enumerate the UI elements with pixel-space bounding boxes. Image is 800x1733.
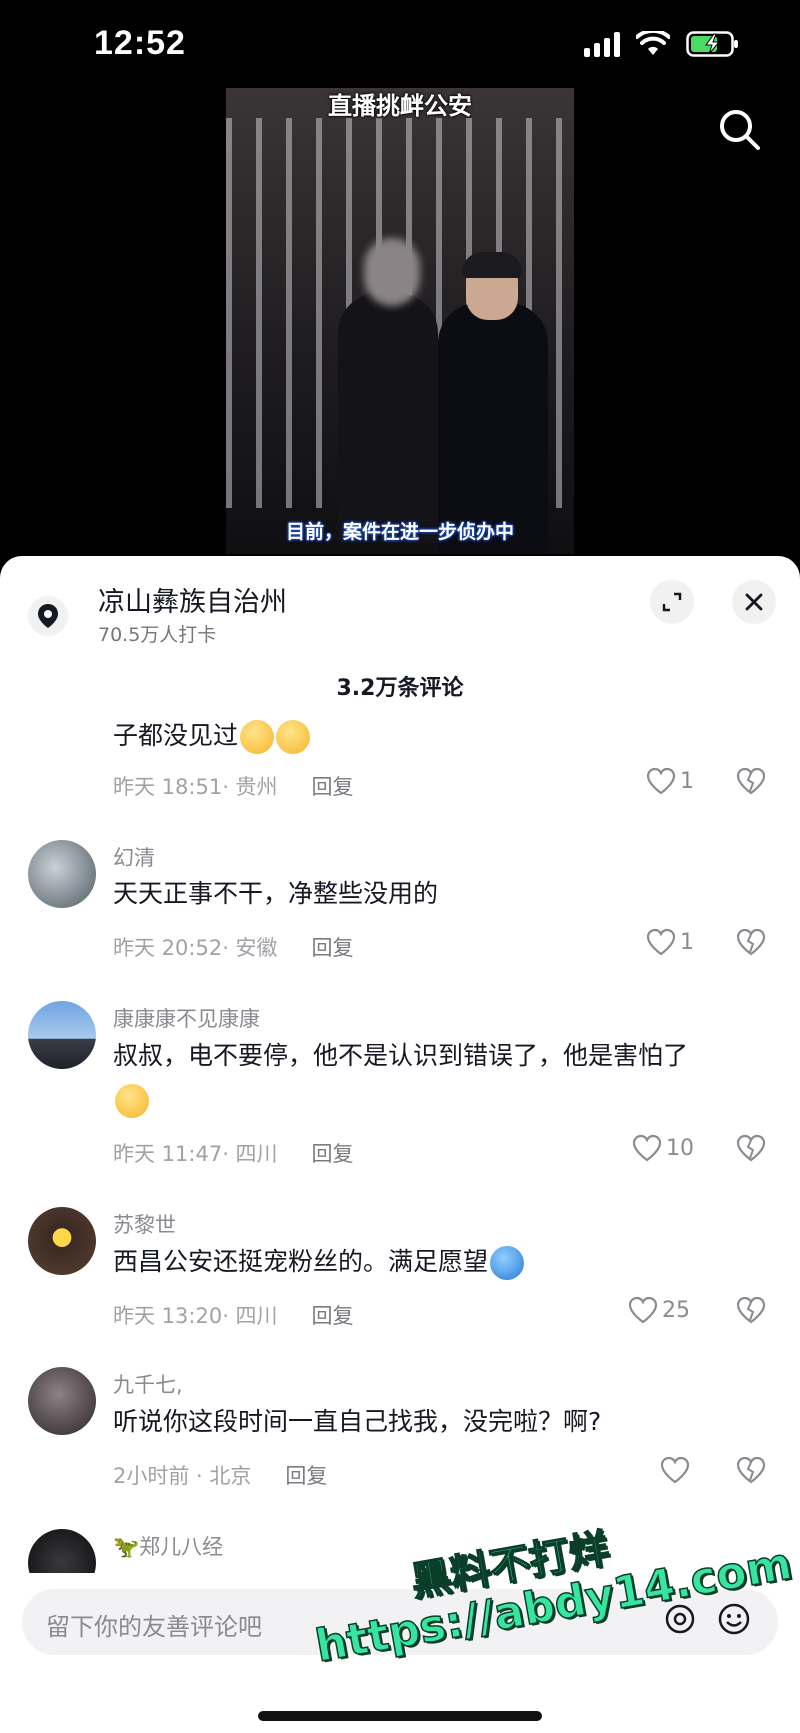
broken-heart-icon (736, 1456, 766, 1484)
heart-icon (632, 1134, 662, 1162)
like-button[interactable]: 25 (628, 1296, 690, 1324)
location-title[interactable]: 凉山彝族自治州 (98, 580, 287, 619)
home-indicator (258, 1711, 542, 1721)
comment-meta: 昨天 13:20· 四川 回复 (113, 1304, 354, 1328)
video-caption-bottom: 目前，案件在进一步侦办中 (285, 521, 514, 543)
avatar[interactable] (28, 1207, 96, 1275)
comment-username[interactable]: 🦖郑儿八经 (113, 1531, 223, 1561)
comment-meta: 昨天 20:52· 安徽 回复 (113, 936, 354, 960)
expand-button[interactable] (650, 580, 694, 624)
location-pin-icon (28, 596, 68, 636)
status-bar: 12:52 (0, 0, 800, 95)
search-button[interactable] (716, 106, 764, 154)
reply-button[interactable]: 回复 (285, 1464, 327, 1488)
close-icon (745, 593, 763, 611)
comment-text: 叔叔，电不要停，他不是认识到错误了，他是害怕了 (113, 1034, 753, 1122)
comment-username[interactable]: 苏黎世 (113, 1209, 176, 1239)
person-left (338, 293, 438, 543)
comment-text: 天天正事不干，净整些没用的 (113, 879, 439, 908)
like-count: 1 (680, 929, 694, 955)
heart-icon (646, 928, 676, 956)
reply-button[interactable]: 回复 (312, 775, 354, 799)
comment-input-placeholder: 留下你的友善评论吧 (46, 1613, 262, 1641)
like-count: 10 (666, 1135, 694, 1161)
avatar[interactable] (28, 1001, 96, 1069)
wifi-icon (636, 31, 670, 55)
close-button[interactable] (732, 580, 776, 624)
comment-count: 3.2万条评论 (336, 676, 464, 701)
comment-username[interactable]: 幻清 (113, 842, 155, 872)
blurred-face (364, 238, 420, 306)
comment-meta: 昨天 11:47· 四川 回复 (113, 1142, 354, 1166)
reply-button[interactable]: 回复 (312, 936, 354, 960)
emoji-icon (490, 1246, 525, 1280)
broken-heart-icon (736, 767, 766, 795)
grin-emoji-icon (115, 1084, 149, 1118)
cellular-signal-icon (584, 31, 620, 57)
location-checkins: 70.5万人打卡 (98, 624, 217, 646)
comment-text: 西昌公安还挺宠粉丝的。满足愿望 (113, 1240, 753, 1284)
officer-hair (462, 252, 522, 278)
broken-heart-icon (736, 1134, 766, 1162)
comment-text: 子都没见过 (113, 714, 753, 758)
status-time: 12:52 (94, 24, 186, 62)
dislike-button[interactable] (736, 1134, 766, 1166)
expand-icon (662, 592, 682, 612)
dislike-button[interactable] (736, 767, 766, 799)
police-officer (438, 303, 548, 553)
status-icons (584, 30, 740, 58)
comment-meta: 昨天 18:51· 贵州 回复 (113, 775, 354, 799)
broken-heart-icon (736, 1296, 766, 1324)
emoji-picker-icon[interactable] (716, 1601, 752, 1637)
like-count: 25 (662, 1297, 690, 1323)
heart-icon (660, 1456, 690, 1484)
reply-button[interactable]: 回复 (312, 1304, 354, 1328)
avatar[interactable] (28, 840, 96, 908)
grin-emoji-icon (276, 720, 311, 754)
avatar[interactable] (28, 1367, 96, 1435)
comment-meta: 2小时前 · 北京 回复 (113, 1464, 328, 1488)
like-count: 1 (680, 768, 694, 794)
dislike-button[interactable] (736, 928, 766, 960)
video-caption-top: 直播挑衅公安 (328, 92, 472, 120)
comment-username[interactable]: 九千七, (113, 1369, 183, 1399)
heart-icon (646, 767, 676, 795)
video-player[interactable]: 直播挑衅公安 目前，案件在进一步侦办中 (226, 88, 574, 554)
battery-charging-icon (686, 31, 738, 57)
broken-heart-icon (736, 928, 766, 956)
dinosaur-emoji-icon: 🦖 (113, 1535, 140, 1559)
comment-username[interactable]: 康康康不见康康 (113, 1003, 260, 1033)
like-button[interactable]: 1 (646, 928, 694, 956)
like-button[interactable] (660, 1456, 690, 1484)
reply-button[interactable]: 回复 (312, 1142, 354, 1166)
grin-emoji-icon (240, 720, 275, 754)
heart-icon (628, 1296, 658, 1324)
search-icon (720, 110, 760, 150)
comment-text: 听说你这段时间一直自己找我，没完啦？啊? (113, 1407, 602, 1436)
dislike-button[interactable] (736, 1456, 766, 1488)
like-button[interactable]: 1 (646, 767, 694, 795)
dislike-button[interactable] (736, 1296, 766, 1328)
like-button[interactable]: 10 (632, 1134, 694, 1162)
